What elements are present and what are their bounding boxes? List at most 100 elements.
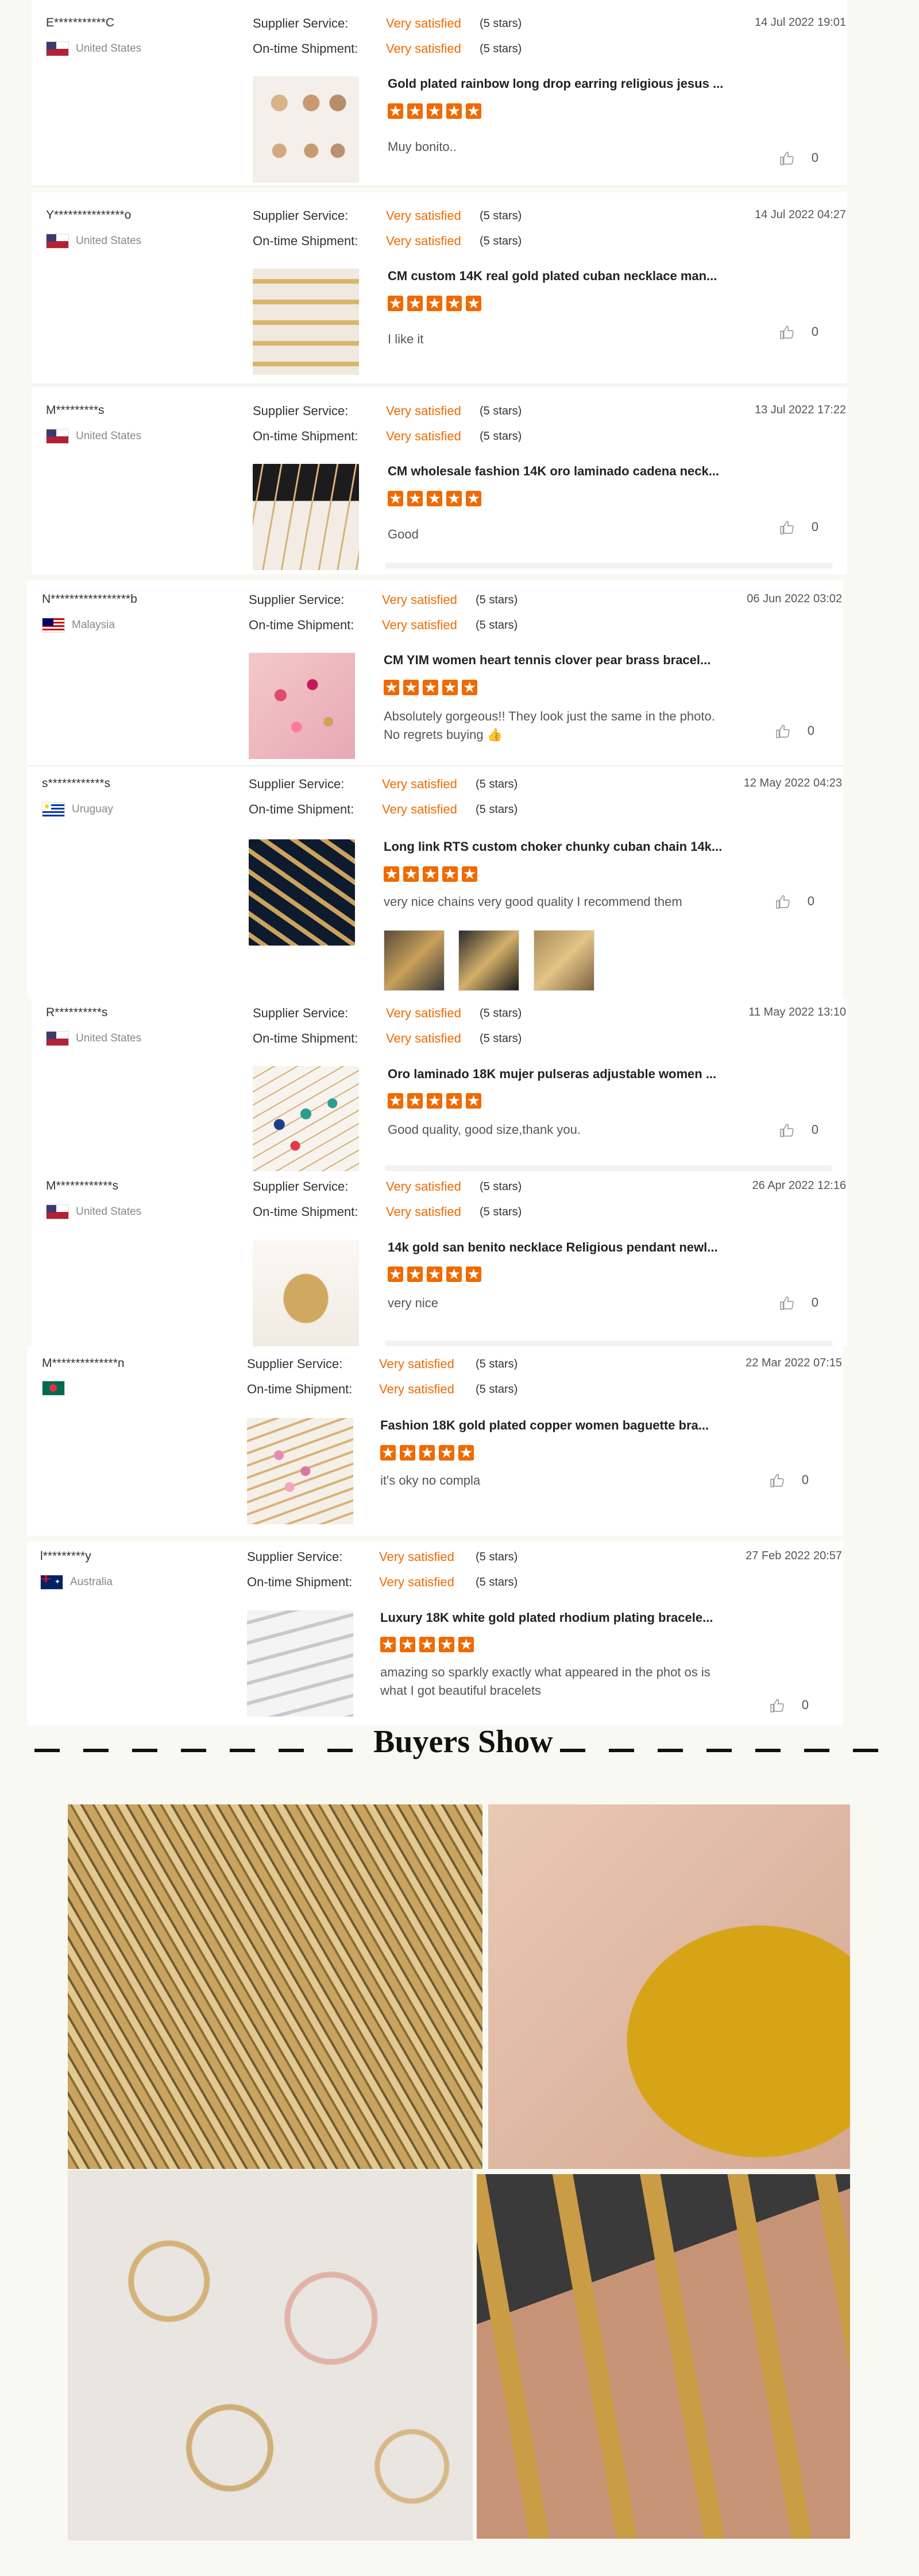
supplier-service-label: Supplier Service:: [249, 777, 345, 791]
like-button[interactable]: 0: [775, 723, 814, 739]
supplier-stars: (5 stars): [476, 594, 518, 606]
supplier-stars: (5 stars): [476, 1551, 518, 1563]
supplier-rating: Very satisfied: [386, 16, 461, 30]
buyer-photo-hoop-earrings[interactable]: [68, 2170, 473, 2540]
country-label: Malaysia: [72, 619, 115, 632]
review-photo[interactable]: [533, 930, 594, 991]
star-icon: [388, 1091, 403, 1110]
review-date: 14 Jul 2022 19:01: [754, 16, 846, 29]
country-label: United States: [76, 430, 142, 443]
like-count: 0: [811, 1295, 818, 1310]
buyer-photo-bracelet-on-wrist[interactable]: [488, 1804, 850, 2169]
star-icon: [423, 864, 438, 884]
review-text: very nice chains very good quality I rec…: [384, 894, 682, 909]
shipment-rating: Very satisfied: [379, 1382, 454, 1396]
dash-decoration: [181, 1749, 206, 1752]
supplier-rating: Very satisfied: [382, 777, 457, 791]
product-thumbnail[interactable]: [253, 1066, 359, 1172]
review-text: Muy bonito..: [388, 140, 457, 154]
product-title[interactable]: Fashion 18K gold plated copper women bag…: [380, 1418, 709, 1433]
like-button[interactable]: 0: [779, 150, 818, 166]
star-icon: [466, 489, 481, 508]
supplier-service-label: Supplier Service:: [249, 592, 345, 607]
like-count: 0: [811, 150, 818, 165]
dash-decoration: [706, 1749, 732, 1752]
ontime-shipment-label: On-time Shipment:: [249, 618, 354, 632]
product-title[interactable]: 14k gold san benito necklace Religious p…: [388, 1240, 718, 1255]
review-card: N*****************b Malaysia Supplier Se…: [28, 580, 843, 766]
like-button[interactable]: 0: [779, 324, 818, 340]
product-thumbnail[interactable]: [247, 1418, 353, 1524]
product-title[interactable]: CM YIM women heart tennis clover pear br…: [384, 653, 711, 668]
supplier-rating: Very satisfied: [386, 404, 461, 418]
flag-us-icon: [46, 1204, 69, 1219]
product-thumbnail[interactable]: [253, 1240, 359, 1346]
shipment-stars: (5 stars): [476, 803, 518, 816]
product-title[interactable]: Luxury 18K white gold plated rhodium pla…: [380, 1610, 713, 1625]
thumbs-up-icon: [780, 521, 794, 534]
review-photo[interactable]: [384, 930, 445, 991]
like-button[interactable]: 0: [779, 520, 818, 535]
country-label: United States: [76, 1032, 142, 1045]
like-count: 0: [807, 723, 814, 738]
review-card: R**********s United States Supplier Serv…: [32, 999, 847, 1172]
supplier-service-label: Supplier Service:: [253, 1006, 349, 1020]
like-button[interactable]: 0: [770, 1473, 809, 1488]
product-thumbnail[interactable]: [249, 839, 355, 946]
country-label: Australia: [70, 1576, 113, 1589]
like-button[interactable]: 0: [770, 1698, 809, 1713]
dash-decoration: [609, 1749, 634, 1752]
product-thumbnail[interactable]: [247, 1610, 353, 1717]
review-text: I like it: [388, 332, 424, 346]
flag-australia-icon: [40, 1575, 63, 1590]
review-card: M*********s United States Supplier Servi…: [32, 388, 847, 574]
product-title[interactable]: CM custom 14K real gold plated cuban nec…: [388, 269, 717, 284]
ontime-shipment-label: On-time Shipment:: [247, 1575, 353, 1589]
star-icon: [384, 864, 399, 884]
star-icon: [403, 864, 419, 884]
reviewer-country: United States: [46, 1204, 141, 1219]
star-icon: [380, 1634, 396, 1654]
shipment-stars: (5 stars): [480, 42, 522, 55]
star-icon: [442, 864, 458, 884]
shipment-rating: Very satisfied: [386, 1031, 461, 1045]
supplier-rating: Very satisfied: [386, 208, 461, 223]
shipment-rating: Very satisfied: [386, 41, 461, 56]
buyer-photo-chains[interactable]: [68, 1804, 482, 2169]
star-icon: [400, 1443, 415, 1462]
review-date: 06 Jun 2022 03:02: [747, 592, 842, 605]
supplier-stars: (5 stars): [480, 1007, 522, 1020]
like-count: 0: [801, 1698, 809, 1712]
supplier-service-label: Supplier Service:: [253, 208, 349, 223]
review-photo[interactable]: [458, 930, 520, 991]
reviewer-country: United States: [46, 1031, 141, 1046]
buyer-photo-bracelets-on-arm[interactable]: [477, 2174, 850, 2539]
product-thumbnail[interactable]: [253, 269, 359, 375]
product-thumbnail[interactable]: [253, 76, 359, 183]
product-title[interactable]: Oro laminado 18K mujer pulseras adjustab…: [388, 1067, 716, 1082]
product-title[interactable]: CM wholesale fashion 14K oro laminado ca…: [388, 464, 719, 479]
reviewer-country: Malaysia: [42, 618, 115, 633]
review-card: E***********C United States Supplier Ser…: [32, 0, 847, 187]
flag-bangladesh-icon: [42, 1381, 65, 1396]
product-title[interactable]: Gold plated rainbow long drop earring re…: [388, 76, 723, 91]
star-icon: [466, 1264, 481, 1284]
like-button[interactable]: 0: [775, 894, 814, 909]
like-button[interactable]: 0: [779, 1295, 818, 1311]
product-thumbnail[interactable]: [249, 653, 355, 759]
star-icon: [407, 1264, 423, 1284]
flag-us-icon: [46, 429, 69, 444]
reviewer-country: United States: [46, 41, 141, 56]
like-button[interactable]: 0: [779, 1122, 818, 1138]
review-date: 26 Apr 2022 12:16: [752, 1179, 846, 1192]
thumbs-up-icon: [770, 1474, 784, 1488]
product-thumbnail[interactable]: [253, 464, 359, 570]
star-icon: [446, 489, 462, 508]
flag-us-icon: [46, 1031, 69, 1046]
star-icon: [419, 1443, 435, 1462]
shipment-stars: (5 stars): [476, 619, 518, 632]
star-icon: [407, 101, 423, 121]
product-title[interactable]: Long link RTS custom choker chunky cuban…: [384, 839, 722, 854]
thumbs-up-icon: [770, 1699, 784, 1713]
dash-decoration: [560, 1749, 585, 1752]
